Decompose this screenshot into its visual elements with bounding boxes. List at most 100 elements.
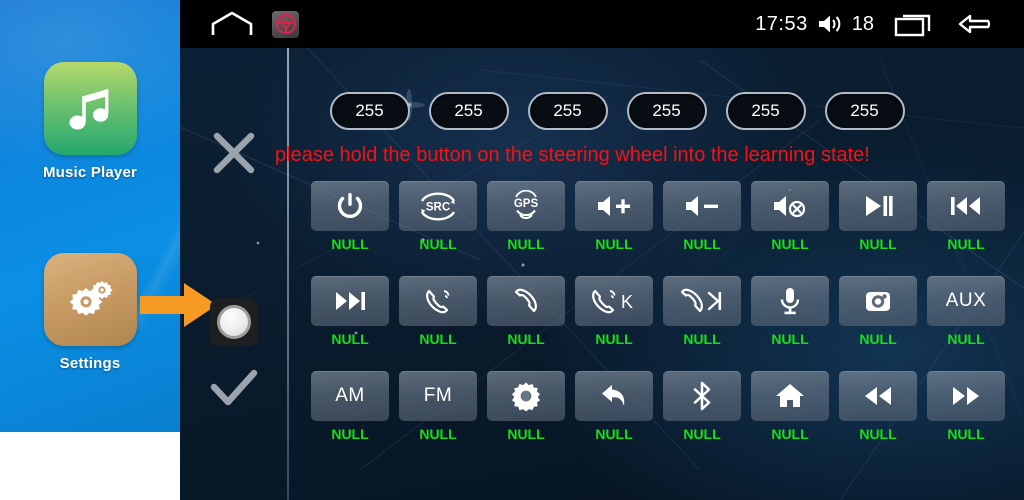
status-time: 17:53 bbox=[755, 12, 808, 35]
fn-status: NULL bbox=[419, 236, 457, 252]
fn-cell-fast-forward: NULL bbox=[927, 371, 1005, 466]
steering-wheel-icon[interactable] bbox=[272, 10, 299, 38]
fm-button[interactable]: FM bbox=[399, 371, 477, 421]
fn-cell-next-track: NULL bbox=[311, 276, 389, 371]
rewind-button[interactable] bbox=[839, 371, 917, 421]
play-pause-button[interactable] bbox=[839, 181, 917, 231]
src-button[interactable]: SRC bbox=[399, 181, 477, 231]
fn-status: NULL bbox=[771, 331, 809, 347]
settings-tile[interactable] bbox=[43, 253, 137, 346]
next-track-icon bbox=[336, 292, 365, 310]
camera-button[interactable] bbox=[839, 276, 917, 326]
fn-cell-power: NULL bbox=[311, 181, 389, 276]
fn-cell-volume-down: NULL bbox=[663, 181, 741, 276]
fn-status: NULL bbox=[771, 426, 809, 442]
gps-button[interactable]: GPS bbox=[487, 181, 565, 231]
android-status-bar: 17:53 18 bbox=[180, 0, 1024, 48]
power-icon bbox=[337, 193, 363, 218]
value-pill[interactable]: 255 bbox=[626, 92, 707, 130]
fn-status: NULL bbox=[595, 426, 633, 442]
microphone-button[interactable] bbox=[751, 276, 829, 326]
previous-track-icon bbox=[951, 197, 980, 215]
fn-status: NULL bbox=[507, 426, 545, 442]
call-answer-button[interactable] bbox=[399, 276, 477, 326]
fn-status: NULL bbox=[419, 426, 457, 442]
mute-button[interactable] bbox=[751, 181, 829, 231]
brightness-button[interactable] bbox=[487, 371, 565, 421]
call-answer-k-button[interactable]: K bbox=[575, 276, 653, 326]
app-music-player[interactable]: Music Player bbox=[0, 62, 180, 181]
call-answer-k-icon: K bbox=[592, 289, 633, 314]
fn-cell-microphone: NULL bbox=[751, 276, 829, 371]
steering-knob-button[interactable] bbox=[180, 298, 287, 346]
fn-status: NULL bbox=[859, 426, 897, 442]
fn-cell-src: SRC NULL bbox=[399, 181, 477, 276]
fn-status: NULL bbox=[683, 331, 721, 347]
app-label-music-player: Music Player bbox=[42, 164, 138, 181]
bluetooth-icon bbox=[693, 381, 711, 411]
confirm-button[interactable] bbox=[180, 368, 287, 410]
fn-status: NULL bbox=[507, 236, 545, 252]
fn-status: NULL bbox=[947, 426, 985, 442]
fn-status: NULL bbox=[331, 236, 369, 252]
fn-cell-rewind: NULL bbox=[839, 371, 917, 466]
value-pill[interactable]: 255 bbox=[527, 92, 608, 130]
am-button[interactable]: AM bbox=[311, 371, 389, 421]
gears-icon bbox=[69, 280, 113, 316]
brightness-sun-icon bbox=[511, 382, 540, 411]
fast-forward-button[interactable] bbox=[927, 371, 1005, 421]
fn-status: NULL bbox=[859, 236, 897, 252]
fn-status: NULL bbox=[331, 426, 369, 442]
value-pill[interactable]: 255 bbox=[725, 92, 806, 130]
home-button[interactable] bbox=[751, 371, 829, 421]
camera-icon bbox=[866, 292, 890, 311]
fn-status: NULL bbox=[947, 331, 985, 347]
back-arrow-icon[interactable] bbox=[956, 11, 1000, 37]
value-pill[interactable]: 255 bbox=[329, 92, 410, 130]
fn-cell-previous-track: NULL bbox=[927, 181, 1005, 276]
fn-cell-aux: AUX NULL bbox=[927, 276, 1005, 371]
power-button[interactable] bbox=[311, 181, 389, 231]
fn-cell-volume-up: NULL bbox=[575, 181, 653, 276]
app-label-settings: Settings bbox=[59, 355, 121, 372]
volume-up-icon bbox=[598, 196, 630, 216]
svg-text:SRC: SRC bbox=[426, 202, 450, 214]
fn-status: NULL bbox=[595, 331, 633, 347]
volume-speaker-icon[interactable] bbox=[816, 12, 844, 36]
volume-up-button[interactable] bbox=[575, 181, 653, 231]
rewind-icon bbox=[865, 387, 891, 405]
home-outline-icon[interactable] bbox=[210, 11, 254, 37]
checkmark-icon bbox=[210, 369, 257, 406]
fn-cell-mute: NULL bbox=[751, 181, 829, 276]
previous-track-button[interactable] bbox=[927, 181, 1005, 231]
fn-cell-call-hangup-skip: NULL bbox=[663, 276, 741, 371]
am-radio-icon: AM bbox=[335, 385, 365, 406]
recent-apps-icon[interactable] bbox=[894, 11, 936, 37]
aux-button[interactable]: AUX bbox=[927, 276, 1005, 326]
value-pill[interactable]: 255 bbox=[428, 92, 509, 130]
fn-cell-home: NULL bbox=[751, 371, 829, 466]
bluetooth-button[interactable] bbox=[663, 371, 741, 421]
volume-mute-icon bbox=[774, 196, 806, 218]
value-pill[interactable]: 255 bbox=[824, 92, 905, 130]
launcher-sidebar: Music Player Settings bbox=[0, 0, 180, 432]
fn-cell-back-return: NULL bbox=[575, 371, 653, 466]
call-hangup-button[interactable] bbox=[487, 276, 565, 326]
warning-message: please hold the button on the steering w… bbox=[275, 144, 870, 166]
fn-status: NULL bbox=[683, 426, 721, 442]
music-player-tile[interactable] bbox=[43, 62, 137, 155]
svg-text:GPS: GPS bbox=[514, 198, 539, 210]
src-source-icon: SRC bbox=[420, 192, 456, 221]
call-hangup-skip-button[interactable] bbox=[663, 276, 741, 326]
fn-cell-play-pause: NULL bbox=[839, 181, 917, 276]
head-unit-screen: 17:53 18 255 255 255 255 255 255 please … bbox=[180, 0, 1024, 500]
fn-cell-am: AM NULL bbox=[311, 371, 389, 466]
fn-cell-brightness: NULL bbox=[487, 371, 565, 466]
back-return-button[interactable] bbox=[575, 371, 653, 421]
call-hangup-skip-icon bbox=[680, 288, 722, 313]
steering-knob-icon bbox=[209, 298, 258, 346]
next-track-button[interactable] bbox=[311, 276, 389, 326]
fn-status: NULL bbox=[859, 331, 897, 347]
volume-down-button[interactable] bbox=[663, 181, 741, 231]
cancel-button[interactable] bbox=[180, 130, 287, 176]
